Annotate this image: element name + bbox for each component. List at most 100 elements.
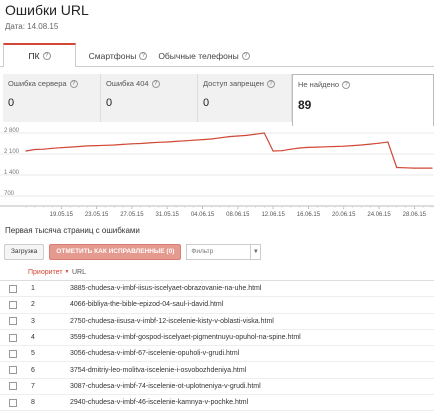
data-point [307, 146, 310, 148]
data-point [122, 143, 124, 145]
y-tick-label: 1 400 [4, 170, 20, 176]
card-access-denied[interactable]: Доступ запрещен? 0 [198, 74, 292, 122]
row-url-link[interactable]: 3056-chudesa-v-imbf-67-iscelenie-opuholi… [70, 350, 239, 357]
help-icon[interactable]: ? [151, 79, 160, 88]
list-toolbar: Загрузка ОТМЕТИТЬ КАК ИСПРАВЛЕННЫЕ (0) ▼ [4, 243, 262, 260]
errors-table: Приоритет ▼ URL 1 3885-chudesa-v-imbf-iis… [0, 264, 434, 412]
data-point [166, 141, 168, 143]
data-point [237, 135, 239, 137]
row-checkbox[interactable] [9, 317, 17, 326]
x-tick-label: 08.06.15 [226, 212, 250, 218]
series-line [25, 132, 432, 169]
data-point [140, 142, 142, 145]
data-point [113, 144, 115, 146]
y-tick-label: 2 100 [4, 149, 20, 155]
data-point [316, 146, 318, 148]
row-priority: 8 [31, 399, 35, 407]
row-checkbox[interactable] [9, 300, 17, 309]
card-value: 0 [203, 97, 210, 109]
filter-input[interactable] [186, 243, 252, 260]
data-point [78, 145, 80, 148]
table-row[interactable]: 3 2750-chudesa-iisusa-v-imbf-12-iscelenie… [0, 314, 434, 330]
errors-chart: 2 800 2 100 1 400 700 19.05.15 23.05.15 27.05.… [0, 124, 434, 219]
table-header: Приоритет ▼ URL [0, 264, 434, 281]
row-checkbox[interactable] [9, 284, 17, 293]
download-button[interactable]: Загрузка [4, 243, 45, 260]
table-row[interactable]: 7 3087-chudesa-v-imbf-74-iscelenie-ot-upl… [0, 379, 434, 396]
data-point [157, 141, 159, 143]
row-checkbox[interactable] [9, 382, 17, 391]
row-url-link[interactable]: 2940-chudesa-v-imbf-46-iscelenie-kamnya-… [70, 399, 248, 406]
row-url-link[interactable]: 3754-dmitriy-leo-molitva-iscelenie-i-osv… [70, 367, 246, 374]
x-tick-label: 19.05.15 [50, 212, 74, 218]
data-point [69, 146, 71, 148]
row-url-link[interactable]: 3087-chudesa-v-imbf-74-iscelenie-ot-uplo… [70, 383, 261, 390]
report-date: Дата: 14.08.15 [5, 22, 59, 31]
data-point [51, 147, 54, 149]
row-checkbox[interactable] [9, 333, 17, 342]
row-url-link[interactable]: 3599-chudesa-v-imbf-gospod-iscelyaet-pig… [70, 334, 301, 341]
help-icon[interactable]: ? [266, 79, 275, 88]
card-label: Не найдено [298, 80, 340, 89]
row-priority: 4 [31, 334, 35, 342]
row-url-link[interactable]: 4066-bibliya-the-bible-epizod-04-saul-i-… [70, 301, 223, 308]
data-point [43, 148, 45, 150]
errors-line-chart: 2 800 2 100 1 400 700 19.05.15 23.05.15 27.05.… [0, 128, 434, 218]
tab-pc[interactable]: ПК ? [3, 43, 76, 67]
help-icon[interactable]: ? [241, 51, 250, 60]
row-checkbox[interactable] [9, 366, 17, 375]
mark-fixed-button[interactable]: ОТМЕТИТЬ КАК ИСПРАВЛЕННЫЕ (0) [49, 243, 182, 260]
help-icon[interactable]: ? [342, 80, 351, 89]
card-not-found[interactable]: Не найдено? 89 [292, 74, 434, 126]
x-tick-label: 16.06.15 [297, 212, 321, 218]
data-point [34, 148, 36, 151]
table-row[interactable]: 4 3599-chudesa-v-imbf-gospod-iscelyaet-pi… [0, 330, 434, 347]
table-row[interactable]: 8 2940-chudesa-v-imbf-46-iscelenie-kamnya… [0, 395, 434, 412]
card-value: 0 [106, 97, 113, 109]
help-icon[interactable]: ? [69, 79, 78, 88]
card-server-error[interactable]: Ошибка сервера? 0 [3, 74, 101, 122]
table-row[interactable]: 6 3754-dmitriy-leo-molitva-iscelenie-i-os… [0, 362, 434, 379]
sort-desc-icon: ▼ [64, 269, 70, 275]
data-point [369, 143, 371, 145]
priority-column-header[interactable]: Приоритет ▼ [28, 269, 72, 276]
data-point [334, 145, 336, 148]
row-checkbox[interactable] [9, 349, 17, 358]
help-icon[interactable]: ? [42, 52, 51, 60]
filter-dropdown-icon[interactable]: ▼ [251, 243, 262, 260]
data-point [104, 144, 107, 146]
row-url-link[interactable]: 3885-chudesa-v-imbf-iisus-iscelyaet-obra… [70, 285, 261, 292]
tab-label: Обычные телефоны [158, 50, 239, 61]
x-tick-label: 20.06.15 [332, 212, 356, 218]
data-point [254, 133, 257, 135]
data-point [299, 147, 301, 149]
data-point [351, 145, 354, 147]
data-point [87, 145, 89, 147]
table-row[interactable]: 1 3885-chudesa-v-imbf-iisus-iscelyaet-obr… [0, 281, 434, 298]
x-tick-label: 24.06.15 [367, 212, 391, 218]
row-url-link[interactable]: 2750-chudesa-iisusa-v-imbf-12-iscelenie-… [70, 318, 274, 325]
data-point [219, 137, 221, 139]
data-point [175, 140, 177, 142]
tab-feature-phones[interactable]: Обычные телефоны ? [158, 44, 250, 67]
help-icon[interactable]: ? [139, 51, 148, 60]
table-row[interactable]: 5 3056-chudesa-v-imbf-67-iscelenie-opuhol… [0, 346, 434, 363]
data-point [210, 138, 212, 140]
data-point [431, 167, 433, 169]
card-label: Ошибка 404 [106, 79, 149, 88]
url-column-header[interactable]: URL [72, 269, 86, 276]
data-point [343, 145, 345, 147]
data-point [404, 167, 407, 169]
card-404-error[interactable]: Ошибка 404? 0 [101, 74, 198, 122]
card-value: 89 [298, 98, 312, 112]
data-point [325, 146, 327, 148]
data-point [387, 141, 389, 143]
table-row[interactable]: 2 4066-bibliya-the-bible-epizod-04-saul-i… [0, 297, 434, 314]
x-tick-label: 23.05.15 [85, 212, 109, 218]
x-tick-label: 28.06.15 [403, 212, 427, 218]
data-point [263, 132, 265, 134]
tab-smartphones[interactable]: Смартфоны ? [86, 44, 150, 67]
data-point [378, 142, 380, 144]
row-checkbox[interactable] [9, 398, 17, 407]
data-point [228, 136, 230, 138]
